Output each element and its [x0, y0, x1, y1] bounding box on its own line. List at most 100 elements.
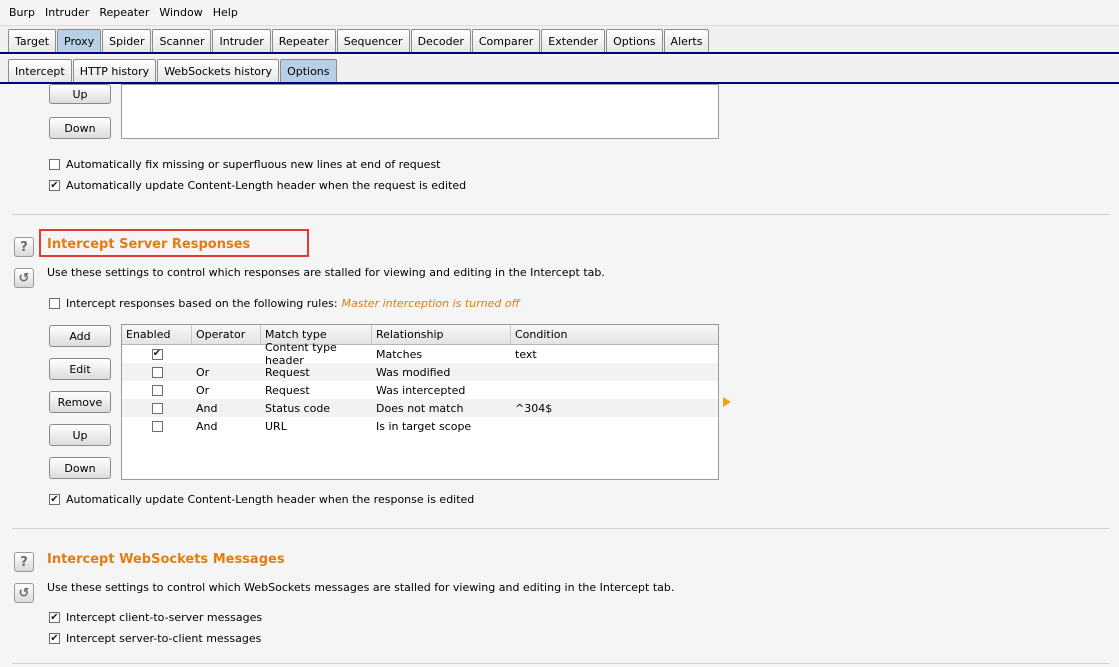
- fix-newlines-row[interactable]: Automatically fix missing or superfluous…: [49, 158, 441, 171]
- enabled-cell: [122, 384, 192, 396]
- request-rules-up-button[interactable]: Up: [49, 84, 111, 104]
- expand-arrow-icon[interactable]: [723, 397, 731, 407]
- update-length-response-label: Automatically update Content-Length head…: [66, 493, 475, 506]
- tab-target[interactable]: Target: [8, 29, 57, 52]
- proxy-sub-tab-bar: Intercept HTTP history WebSockets history O…: [0, 56, 1119, 84]
- help-icon[interactable]: ?: [14, 237, 34, 257]
- subtab-intercept[interactable]: Intercept: [8, 59, 72, 82]
- tab-alerts[interactable]: Alerts: [663, 29, 710, 52]
- client-to-server-label: Intercept client-to-server messages: [66, 611, 263, 624]
- client-to-server-checkbox[interactable]: ✔: [49, 612, 60, 623]
- table-row[interactable]: And Status code Does not match ^304$: [122, 399, 718, 417]
- restore-defaults-icon[interactable]: ↺: [14, 583, 34, 603]
- tab-options[interactable]: Options: [606, 29, 663, 52]
- response-rules-table[interactable]: Enabled Operator Match type Relationship…: [121, 324, 719, 480]
- options-content[interactable]: Up Down Automatically fix missing or sup…: [0, 84, 1119, 667]
- enabled-cell: [122, 420, 192, 432]
- rule-enabled-checkbox[interactable]: [151, 402, 163, 414]
- server-to-client-checkbox[interactable]: ✔: [49, 633, 60, 644]
- relationship-cell: Does not match: [376, 401, 464, 415]
- operator-cell: Or: [196, 383, 210, 397]
- menu-burp[interactable]: Burp: [4, 6, 40, 19]
- match-type-cell: URL: [265, 419, 287, 433]
- table-row[interactable]: Or Request Was modified: [122, 363, 718, 381]
- match-type-cell: Content type header: [265, 341, 337, 367]
- tab-intruder[interactable]: Intruder: [212, 29, 271, 52]
- update-length-response-checkbox[interactable]: ✔: [49, 494, 60, 505]
- menu-help[interactable]: Help: [208, 6, 243, 19]
- server-to-client-row[interactable]: ✔ Intercept server-to-client messages: [49, 632, 261, 645]
- enabled-cell: ✔: [122, 348, 192, 360]
- table-row[interactable]: ✔ Content type header Matches text: [122, 341, 718, 367]
- client-to-server-row[interactable]: ✔ Intercept client-to-server messages: [49, 611, 262, 624]
- condition-cell: ^304$: [515, 401, 553, 415]
- add-rule-button[interactable]: Add: [49, 325, 111, 347]
- match-type-cell: Request: [265, 365, 310, 379]
- table-body: ✔ Content type header Matches text Or Request…: [122, 341, 718, 435]
- help-icon[interactable]: ?: [14, 552, 34, 572]
- subtab-options[interactable]: Options: [280, 59, 337, 82]
- update-length-request-checkbox[interactable]: ✔: [49, 180, 60, 191]
- websockets-section-description: Use these settings to control which WebS…: [47, 581, 675, 594]
- tab-extender[interactable]: Extender: [541, 29, 606, 52]
- rule-enabled-checkbox[interactable]: ✔: [151, 348, 163, 360]
- fix-newlines-label: Automatically fix missing or superfluous…: [66, 158, 441, 171]
- tab-proxy[interactable]: Proxy: [57, 29, 102, 52]
- rule-enabled-checkbox[interactable]: [151, 420, 163, 432]
- enabled-cell: [122, 366, 192, 378]
- match-type-cell: Status code: [265, 401, 331, 415]
- table-header: Enabled Operator Match type Relationship…: [122, 325, 718, 345]
- subtab-websockets-history[interactable]: WebSockets history: [157, 59, 280, 82]
- intercept-responses-rules-label: Intercept responses based on the followi…: [66, 297, 338, 310]
- condition-cell: text: [515, 347, 537, 361]
- request-rules-table[interactable]: [121, 84, 719, 139]
- operator-cell: And: [196, 401, 218, 415]
- relationship-cell: Matches: [376, 347, 423, 361]
- edit-rule-button[interactable]: Edit: [49, 358, 111, 380]
- table-row[interactable]: And URL Is in target scope: [122, 417, 718, 435]
- move-rule-down-button[interactable]: Down: [49, 457, 111, 479]
- column-relationship[interactable]: Relationship: [372, 325, 511, 344]
- operator-cell: And: [196, 419, 218, 433]
- rule-enabled-checkbox[interactable]: [151, 384, 163, 396]
- responses-section-description: Use these settings to control which resp…: [47, 266, 605, 279]
- tab-comparer[interactable]: Comparer: [471, 29, 541, 52]
- tab-spider[interactable]: Spider: [102, 29, 152, 52]
- menu-window[interactable]: Window: [154, 6, 207, 19]
- responses-section-title: Intercept Server Responses: [47, 237, 251, 252]
- restore-defaults-icon[interactable]: ↺: [14, 268, 34, 288]
- relationship-cell: Is in target scope: [376, 419, 472, 433]
- update-length-request-row[interactable]: ✔ Automatically update Content-Length he…: [49, 179, 466, 192]
- table-row[interactable]: Or Request Was intercepted: [122, 381, 718, 399]
- main-tab-bar: Target Proxy Spider Scanner Intruder Repeater…: [0, 26, 1119, 54]
- match-type-cell: Request: [265, 383, 310, 397]
- column-condition[interactable]: Condition: [511, 325, 718, 344]
- tab-sequencer[interactable]: Sequencer: [336, 29, 410, 52]
- fix-newlines-checkbox[interactable]: [49, 159, 60, 170]
- intercept-responses-rules-row[interactable]: Intercept responses based on the followi…: [49, 297, 520, 310]
- subtab-http-history[interactable]: HTTP history: [72, 59, 157, 82]
- menu-repeater[interactable]: Repeater: [94, 6, 154, 19]
- update-length-request-label: Automatically update Content-Length head…: [66, 179, 467, 192]
- section-divider: [12, 528, 1109, 529]
- menu-intruder[interactable]: Intruder: [40, 6, 94, 19]
- tab-scanner[interactable]: Scanner: [152, 29, 212, 52]
- burp-window: Burp Intruder Repeater Window Help Targe…: [0, 0, 1119, 667]
- menu-bar: Burp Intruder Repeater Window Help: [0, 0, 1119, 26]
- request-rules-down-button[interactable]: Down: [49, 117, 111, 139]
- remove-rule-button[interactable]: Remove: [49, 391, 111, 413]
- rule-enabled-checkbox[interactable]: [151, 366, 163, 378]
- section-divider: [12, 663, 1109, 664]
- server-to-client-label: Intercept server-to-client messages: [66, 632, 262, 645]
- operator-cell: Or: [196, 365, 210, 379]
- update-length-response-row[interactable]: ✔ Automatically update Content-Length he…: [49, 493, 474, 506]
- intercept-responses-rules-checkbox[interactable]: [49, 298, 60, 309]
- tab-repeater[interactable]: Repeater: [271, 29, 336, 52]
- websockets-section-title: Intercept WebSockets Messages: [47, 552, 285, 567]
- section-divider: [12, 214, 1109, 215]
- column-enabled[interactable]: Enabled: [122, 325, 192, 344]
- column-operator[interactable]: Operator: [192, 325, 261, 344]
- move-rule-up-button[interactable]: Up: [49, 424, 111, 446]
- tab-decoder[interactable]: Decoder: [410, 29, 471, 52]
- enabled-cell: [122, 402, 192, 414]
